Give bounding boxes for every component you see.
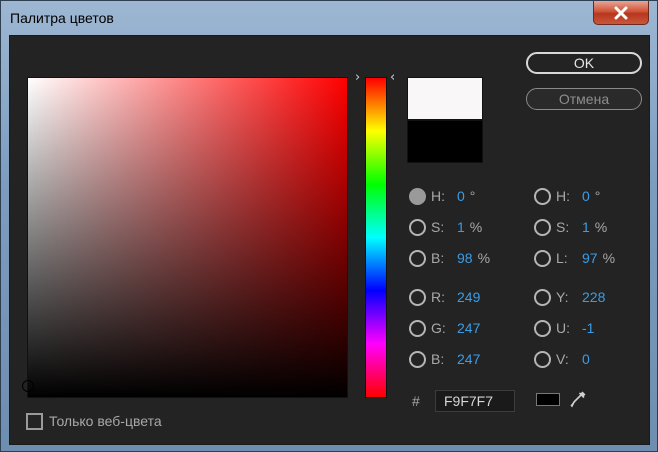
rgb-r-radio[interactable] [409,288,426,306]
yuv-u-label: U: [556,320,570,336]
yuv-y-radio[interactable] [534,288,551,306]
hsl-s-value[interactable]: 1 [582,219,590,235]
rgb-b-value[interactable]: 247 [457,351,480,367]
title-bar[interactable]: Палитра цветов [1,1,657,35]
ok-button[interactable]: OK [526,52,642,74]
yuv-v-radio[interactable] [534,350,551,368]
hsb-h-unit: ° [469,188,476,204]
yuv-y-row: Y: 228 [534,287,605,307]
hsb-b-unit: % [477,250,491,266]
hue-slider[interactable] [365,77,387,398]
yuv-y-value[interactable]: 228 [582,289,605,305]
yuv-v-value[interactable]: 0 [582,351,590,367]
hsl-h-unit: ° [594,188,601,204]
hsb-b-value[interactable]: 98 [457,250,473,266]
hex-color-swatch[interactable] [536,393,560,406]
color-field[interactable] [22,77,348,398]
hsb-b-radio[interactable] [409,249,426,267]
hsl-h-radio[interactable] [534,187,551,205]
rgb-g-label: G: [431,320,446,336]
yuv-v-row: V: 0 [534,349,590,369]
hsl-l-row: L: 97 % [534,248,615,268]
hsb-h-row: H: 0 ° [409,186,475,206]
hsl-l-value[interactable]: 97 [582,250,598,266]
hsl-l-unit: % [602,250,616,266]
hsb-h-label: H: [431,188,445,204]
rgb-b-label: B: [431,351,445,367]
original-color-swatch[interactable] [407,120,483,163]
color-picker-window: Палитра цветов › ‹ OK Отмена H: 0 ° S: 1… [0,0,658,452]
hsb-h-value[interactable]: 0 [457,188,465,204]
rgb-r-label: R: [431,289,445,305]
web-colors-label: Только веб-цвета [49,413,162,429]
hsb-h-radio[interactable] [409,187,426,205]
hsb-s-row: S: 1 % [409,217,482,237]
hsl-s-radio[interactable] [534,218,551,236]
hsb-s-label: S: [431,219,445,235]
hex-hash-label: # [412,393,420,409]
rgb-b-row: B: 247 [409,349,480,369]
close-button[interactable] [593,1,649,25]
hsl-h-label: H: [556,188,570,204]
hsb-s-radio[interactable] [409,218,426,236]
rgb-r-value[interactable]: 249 [457,289,480,305]
hsl-l-radio[interactable] [534,249,551,267]
hsl-h-row: H: 0 ° [534,186,600,206]
rgb-g-value[interactable]: 247 [457,320,480,336]
web-colors-checkbox[interactable] [26,412,43,430]
hsb-s-unit: % [469,219,483,235]
hsl-s-label: S: [556,219,570,235]
dialog-content: › ‹ OK Отмена H: 0 ° S: 1 % B: 98 % R: 2… [9,35,650,445]
web-colors-only[interactable]: Только веб-цвета [26,411,162,431]
hsl-s-unit: % [594,219,608,235]
window-title: Палитра цветов [10,10,114,26]
hue-slider-left-arrow[interactable]: › [355,70,360,85]
eyedropper-icon[interactable] [568,389,588,409]
yuv-y-label: Y: [556,289,569,305]
hsl-h-value[interactable]: 0 [582,188,590,204]
new-color-swatch [407,77,483,120]
hsl-l-label: L: [556,250,568,266]
rgb-g-row: G: 247 [409,318,480,338]
yuv-u-row: U: -1 [534,318,594,338]
yuv-u-value[interactable]: -1 [582,320,594,336]
rgb-g-radio[interactable] [409,319,426,337]
close-icon [614,6,628,19]
yuv-v-label: V: [556,351,569,367]
rgb-b-radio[interactable] [409,350,426,368]
hsb-b-row: B: 98 % [409,248,490,268]
hsl-s-row: S: 1 % [534,217,607,237]
hsb-s-value[interactable]: 1 [457,219,465,235]
hsb-b-label: B: [431,250,445,266]
hex-input[interactable]: F9F7F7 [435,390,515,412]
hue-slider-right-arrow[interactable]: ‹ [390,70,395,85]
yuv-u-radio[interactable] [534,319,551,337]
rgb-r-row: R: 249 [409,287,480,307]
color-field-cursor[interactable] [22,380,34,392]
cancel-button[interactable]: Отмена [526,88,642,110]
